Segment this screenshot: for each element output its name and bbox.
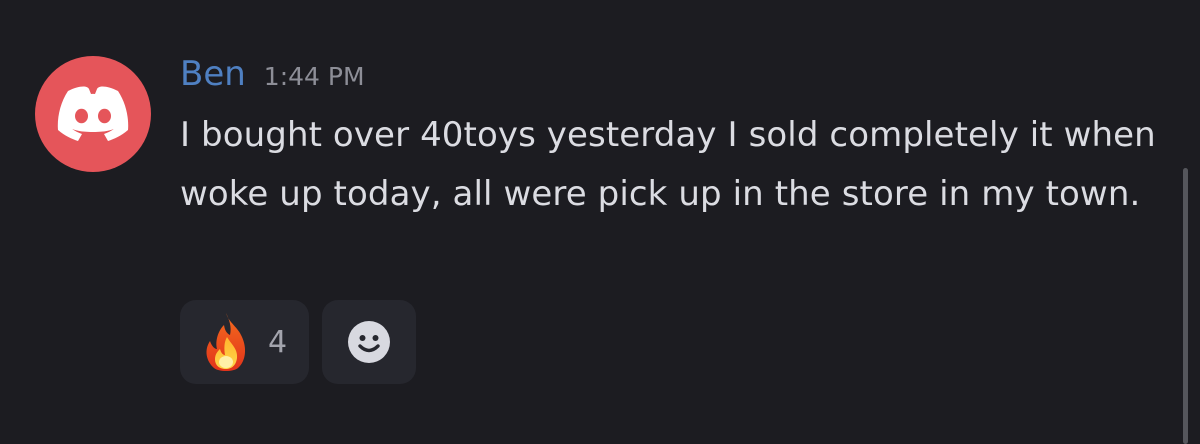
fire-emoji-icon [206,313,246,371]
reaction-count: 4 [268,324,288,360]
avatar[interactable] [35,56,151,172]
chat-message: Ben 1:44 PM I bought over 40toys yesterd… [0,0,1200,444]
reaction-fire[interactable]: 4 [180,300,309,384]
message-text: I bought over 40toys yesterday I sold co… [180,115,1156,214]
username[interactable]: Ben [180,50,246,98]
discord-logo-icon [57,86,129,141]
add-reaction-button[interactable] [322,300,416,384]
reaction-bar: 4 [180,300,416,384]
smiley-face-icon [348,321,390,363]
message-header: Ben 1:44 PM [180,50,365,98]
scrollbar[interactable] [1183,168,1188,444]
timestamp: 1:44 PM [263,62,365,91]
